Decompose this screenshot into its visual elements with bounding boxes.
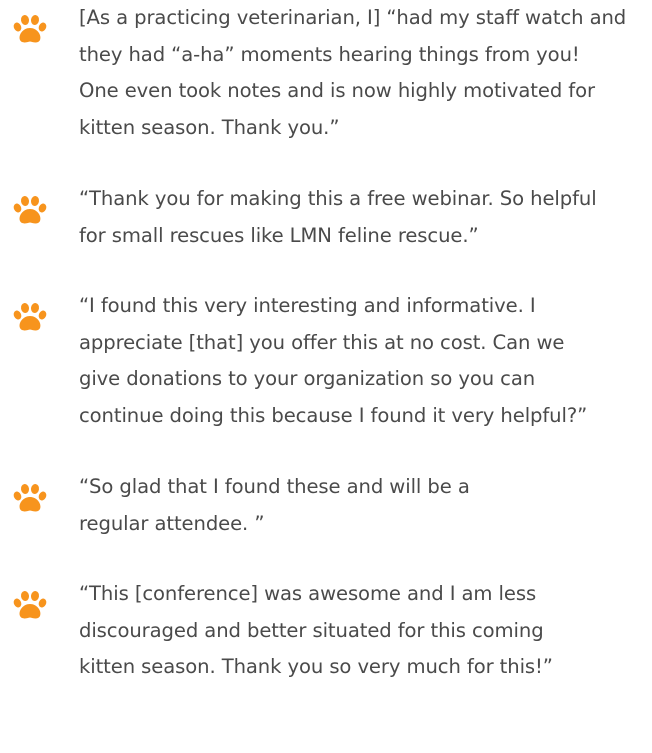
quote-line: kitten season. Thank you.” (79, 115, 340, 139)
quote-line: regular attendee. ” (79, 511, 265, 535)
testimonial-quote: “This [conference] was awesome and I am … (79, 576, 553, 686)
quote-line: continue doing this because I found it v… (79, 403, 588, 427)
quote-line: “Thank you for making this a free webina… (79, 187, 597, 210)
testimonial-quote: “Thank you for making this a free webina… (79, 181, 597, 254)
paw-print-icon (13, 303, 47, 331)
quote-line: give donations to your organization so y… (79, 367, 536, 391)
quote-line: [As a practicing veterinarian, I] “had m… (79, 6, 627, 29)
quote-line: they had “a-ha” moments hearing things f… (79, 42, 580, 66)
paw-print-icon (13, 591, 47, 619)
paw-print-icon (13, 15, 47, 43)
quote-line: One even took notes and is now highly mo… (79, 79, 595, 103)
quote-line: appreciate [that] you offer this at no c… (79, 330, 565, 354)
testimonial-quote: “So glad that I found these and will be … (79, 469, 470, 542)
paw-print-icon (13, 196, 47, 224)
quote-line: kitten season. Thank you so very much fo… (79, 655, 553, 679)
paw-print-icon (13, 484, 47, 512)
quote-line: discouraged and better situated for this… (79, 618, 544, 642)
testimonial-quote: [As a practicing veterinarian, I] “had m… (79, 0, 626, 146)
quote-line: “I found this very interesting and infor… (79, 294, 536, 317)
quote-line: “This [conference] was awesome and I am … (79, 582, 537, 605)
testimonial-quote: “I found this very interesting and infor… (79, 288, 587, 434)
quote-line: “So glad that I found these and will be … (79, 475, 470, 498)
quote-line: for small rescues like LMN feline rescue… (79, 223, 479, 247)
